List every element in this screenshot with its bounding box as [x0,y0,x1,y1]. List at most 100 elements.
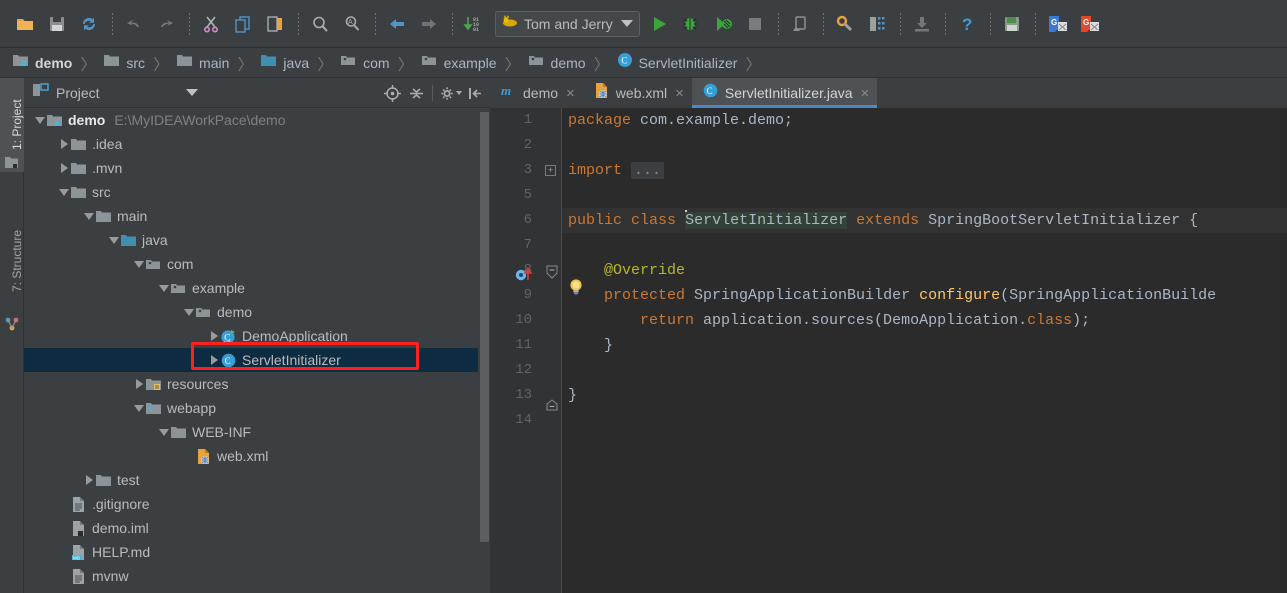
tab-servletinitializer-java[interactable]: C ServletInitializer.java × [691,78,878,108]
folder-icon [70,132,87,156]
cut-icon[interactable] [196,9,226,39]
project-structure-icon[interactable] [862,9,892,39]
sidebar-item-structure[interactable]: 7: Structure [0,206,24,316]
fold-expand-icon[interactable]: + [545,165,556,176]
tree-row-java[interactable]: java [24,228,490,252]
chevron-right-icon[interactable] [83,468,95,492]
chevron-down-icon[interactable] [183,300,195,324]
code-editor[interactable]: 1 2 3 5 6 7 8 9 10 11 12 13 14 + [490,108,1287,593]
compile-icon[interactable]: 01 10 01 [459,9,489,39]
chevron-down-icon[interactable] [58,180,70,204]
tab-web-xml[interactable]: web.xml × [582,78,692,108]
locate-target-icon[interactable] [381,82,403,104]
chevron-down-icon[interactable] [83,204,95,228]
open-folder-icon[interactable] [10,9,40,39]
tree-row-src[interactable]: src [24,180,490,204]
stop-icon[interactable] [740,9,770,39]
tree-row-demo[interactable]: demo E:\MyIDEAWorkPace\demo [24,108,490,132]
close-icon[interactable]: × [861,86,870,101]
close-icon[interactable]: × [566,86,575,101]
breadcrumb-item-java[interactable]: java [256,48,311,78]
class-icon: C [220,348,237,372]
tree-row-help-md[interactable]: MD HELP.md [24,540,490,564]
breadcrumb-item-servletinitializer[interactable]: C ServletInitializer [613,48,740,78]
chevron-down-icon[interactable] [108,228,120,252]
chevron-right-icon[interactable] [58,132,70,156]
hide-panel-icon[interactable] [464,82,486,104]
gear-settings-icon[interactable] [440,82,462,104]
copy-icon[interactable] [228,9,258,39]
tree-row-web-inf[interactable]: WEB-INF [24,420,490,444]
chevron-down-icon[interactable] [133,396,145,420]
help-icon[interactable]: ? [952,9,982,39]
tree-row-demo-iml[interactable]: demo.iml [24,516,490,540]
tree-row-gitignore[interactable]: .gitignore [24,492,490,516]
tree-row-demo-package[interactable]: demo [24,300,490,324]
breadcrumb-item-example[interactable]: example [417,48,499,78]
chevron-down-icon[interactable] [185,89,198,96]
chevron-down-icon[interactable] [34,108,46,132]
settings-wrench-icon[interactable] [830,9,860,39]
tab-demo[interactable]: m demo × [490,78,583,108]
save-floppy-icon[interactable] [997,9,1027,39]
spring-class-icon: C [220,324,237,348]
override-method-icon[interactable] [515,266,535,281]
chevron-down-icon[interactable] [158,276,170,300]
breadcrumb-item-src[interactable]: src [99,48,147,78]
run-icon[interactable] [644,9,674,39]
translate-blue-icon[interactable]: G [1042,9,1072,39]
project-scrollbar-track[interactable] [478,108,490,593]
tree-row-idea[interactable]: .idea [24,132,490,156]
replace-icon[interactable]: A [337,9,367,39]
tree-row-web-xml[interactable]: web.xml [24,444,490,468]
breadcrumb-item-main[interactable]: main [172,48,231,78]
breadcrumb-item-demo-pkg[interactable]: demo [524,48,588,78]
editor-gutter[interactable]: 1 2 3 5 6 7 8 9 10 11 12 13 14 [490,108,562,593]
chevron-right-icon[interactable] [208,348,220,372]
chevron-down-icon[interactable] [133,252,145,276]
forward-icon[interactable] [414,9,444,39]
chevron-down-icon[interactable] [158,420,170,444]
tree-row-mvn[interactable]: .mvn [24,156,490,180]
tree-row-webapp[interactable]: webapp [24,396,490,420]
tree-row-example[interactable]: example [24,276,490,300]
code-content[interactable]: package com.example.demo; import ... pub… [562,108,1287,593]
tree-row-test[interactable]: test [24,468,490,492]
back-icon[interactable] [382,9,412,39]
collapse-all-icon[interactable] [405,82,427,104]
run-configuration-selector[interactable]: Tom and Jerry [495,10,640,37]
paste-icon[interactable] [260,9,290,39]
save-all-icon[interactable] [42,9,72,39]
toolbar-separator [899,12,901,35]
chevron-right-icon[interactable] [133,372,145,396]
close-icon[interactable]: × [675,86,684,101]
tree-row-resources[interactable]: resources [24,372,490,396]
tree-label: demo.iml [92,520,149,536]
tree-row-mvnw[interactable]: mvnw [24,564,490,588]
download-icon[interactable] [907,9,937,39]
sync-refresh-icon[interactable] [74,9,104,39]
debug-icon[interactable] [676,9,706,39]
tree-row-servletinitializer[interactable]: C ServletInitializer [24,348,490,372]
fold-end-icon[interactable] [546,398,558,416]
tree-row-demoapplication[interactable]: C DemoApplication [24,324,490,348]
tree-row-main[interactable]: main [24,204,490,228]
chevron-down-icon[interactable] [620,20,633,27]
run-coverage-icon[interactable] [708,9,738,39]
redo-icon[interactable] [151,9,181,39]
chevron-right-icon[interactable] [208,324,220,348]
fold-placeholder[interactable]: ... [631,162,665,179]
breadcrumb-item-demo[interactable]: demo [8,48,74,78]
undo-icon[interactable] [119,9,149,39]
fold-collapse-icon[interactable] [546,265,558,284]
translate-red-icon[interactable]: G [1074,9,1104,39]
tree-row-com[interactable]: com [24,252,490,276]
find-icon[interactable] [305,9,335,39]
code-line-11: } [562,333,1287,358]
project-tree[interactable]: demo E:\MyIDEAWorkPace\demo .idea .mvn s… [24,108,490,593]
breadcrumb-item-com[interactable]: com [336,48,391,78]
project-scrollbar-thumb[interactable] [480,112,489,542]
update-app-icon[interactable] [785,9,815,39]
chevron-right-icon[interactable] [58,156,70,180]
